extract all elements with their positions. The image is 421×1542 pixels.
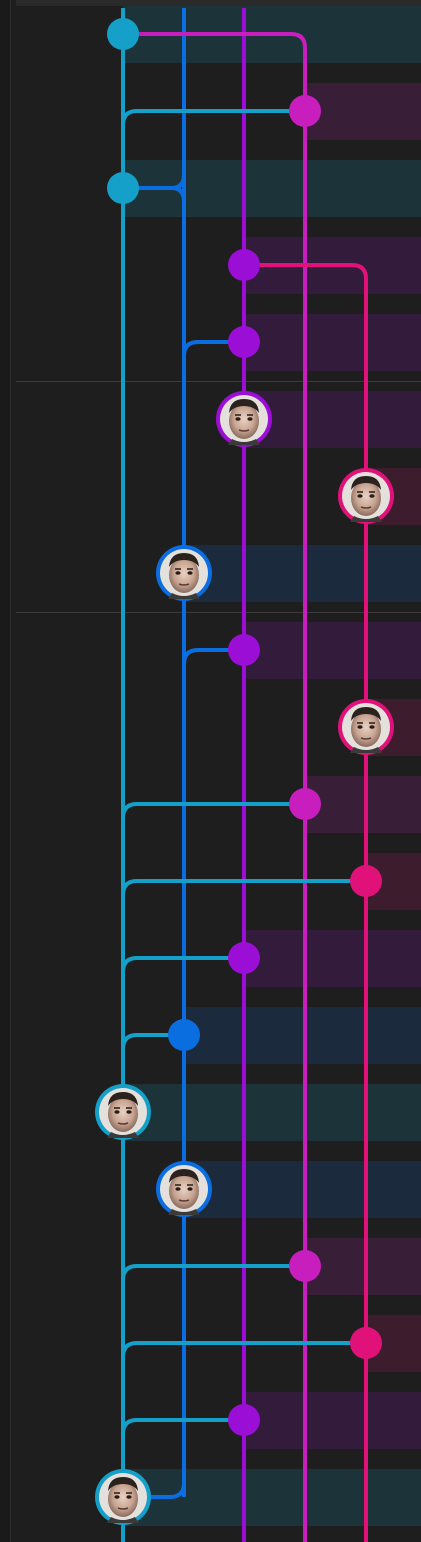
commit-dot[interactable] <box>350 1327 382 1359</box>
commit-dot[interactable] <box>228 1404 260 1436</box>
author-avatar[interactable] <box>156 545 212 601</box>
row-band <box>184 545 421 602</box>
author-avatar[interactable] <box>216 391 272 447</box>
avatar-eye <box>114 1495 120 1499</box>
commit-dot[interactable] <box>168 1019 200 1051</box>
author-avatar[interactable] <box>338 699 394 755</box>
commit-dot[interactable] <box>107 172 139 204</box>
commit-dot[interactable] <box>289 1250 321 1282</box>
row-band <box>244 1392 421 1449</box>
avatar-eye <box>357 494 363 498</box>
commit-dot[interactable] <box>228 942 260 974</box>
row-band <box>244 314 421 371</box>
commit-graph-svg[interactable] <box>0 0 421 1542</box>
avatar-eye <box>126 1110 132 1114</box>
avatar-eye <box>187 1187 193 1191</box>
author-avatar[interactable] <box>95 1084 151 1140</box>
row-band <box>305 1238 421 1295</box>
row-band <box>305 776 421 833</box>
avatar-eye <box>187 571 193 575</box>
avatar-eye <box>175 571 181 575</box>
avatar-eye <box>369 725 375 729</box>
commit-dot[interactable] <box>228 326 260 358</box>
avatar-eye <box>126 1495 132 1499</box>
row-band <box>305 83 421 140</box>
commit-dot[interactable] <box>289 788 321 820</box>
avatar-eye <box>114 1110 120 1114</box>
commit-dot[interactable] <box>228 249 260 281</box>
author-avatar[interactable] <box>156 1161 212 1217</box>
row-band <box>244 930 421 987</box>
row-band <box>184 1007 421 1064</box>
author-avatar[interactable] <box>95 1469 151 1525</box>
avatar-eye <box>357 725 363 729</box>
merge-connector <box>121 109 305 149</box>
commit-dot[interactable] <box>289 95 321 127</box>
row-band <box>184 1161 421 1218</box>
merge-connector <box>121 1264 305 1304</box>
commit-dot[interactable] <box>350 865 382 897</box>
avatar-eye <box>175 1187 181 1191</box>
avatar-eye <box>235 417 241 421</box>
row-band <box>123 1084 421 1141</box>
commit-dot[interactable] <box>228 634 260 666</box>
row-band <box>244 622 421 679</box>
merge-connector <box>121 802 305 842</box>
author-avatar[interactable] <box>338 468 394 524</box>
avatar-eye <box>369 494 375 498</box>
commit-graph-panel <box>0 0 421 1542</box>
avatar-eye <box>247 417 253 421</box>
commit-dot[interactable] <box>107 18 139 50</box>
